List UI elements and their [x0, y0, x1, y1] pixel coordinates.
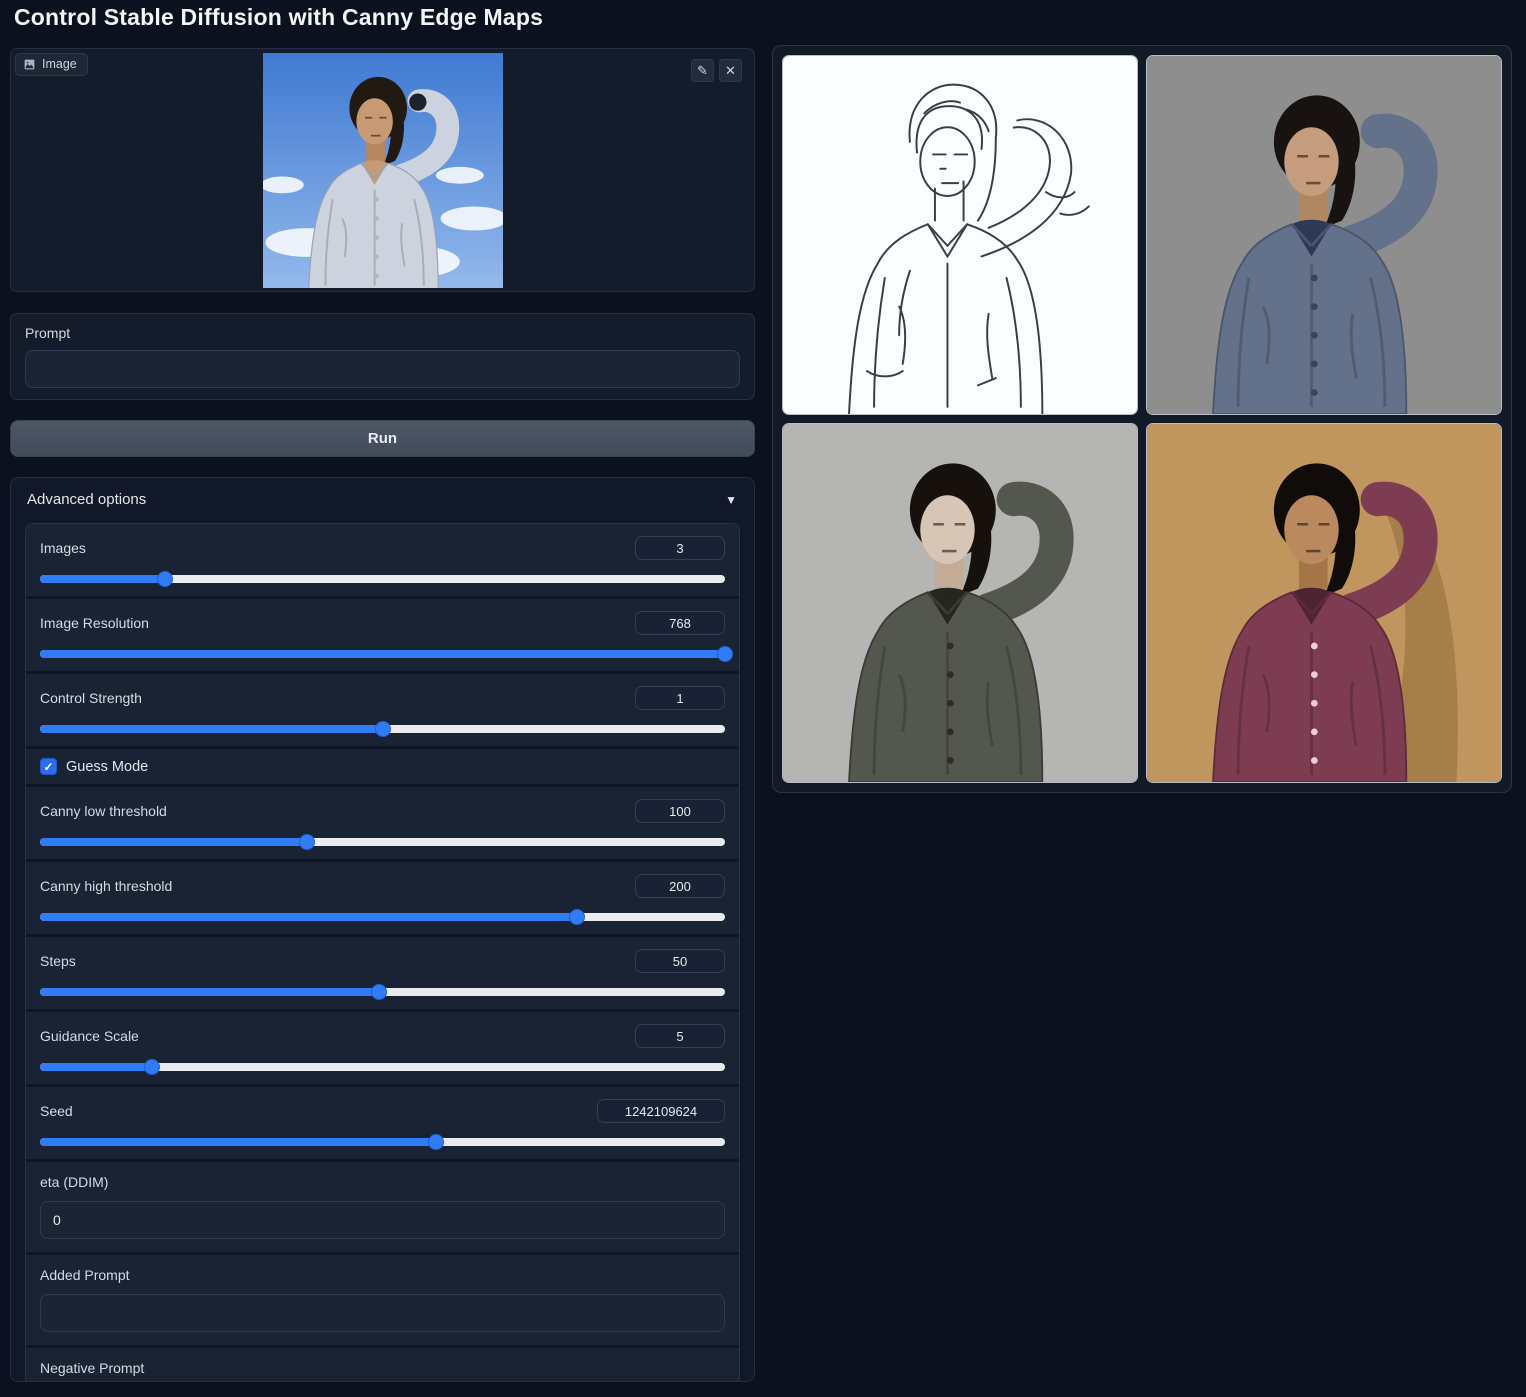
prompt-panel: Prompt	[10, 313, 755, 400]
slider-block-image-resolution: Image Resolution	[26, 599, 739, 671]
seed-slider-fill	[40, 1138, 437, 1146]
advanced-form: Images Image Resolution Control Strength	[25, 523, 740, 1381]
canny-low-threshold-value-input[interactable]	[635, 799, 725, 823]
slider-block-canny-low-threshold: Canny low threshold	[26, 787, 739, 859]
image-resolution-slider-fill	[40, 650, 725, 658]
canny-high-threshold-value-input[interactable]	[635, 874, 725, 898]
gallery-item-generated-image-2[interactable]	[782, 423, 1138, 783]
input-image-panel[interactable]: Image ✎ ✕	[10, 48, 755, 292]
canny-low-threshold-label: Canny low threshold	[40, 803, 167, 819]
control-strength-slider-handle[interactable]	[374, 721, 391, 737]
page-title: Control Stable Diffusion with Canny Edge…	[14, 4, 544, 30]
slider-block-seed: Seed	[26, 1087, 739, 1159]
clear-image-button[interactable]: ✕	[719, 59, 742, 82]
text-block-added-prompt: Added Prompt	[26, 1255, 739, 1345]
steps-slider-fill	[40, 988, 380, 996]
slider-block-canny-high-threshold: Canny high threshold	[26, 862, 739, 934]
input-image-photo[interactable]	[262, 53, 503, 288]
run-button[interactable]: Run	[10, 420, 755, 457]
steps-value-input[interactable]	[635, 949, 725, 973]
canny-low-threshold-slider[interactable]	[40, 834, 725, 850]
text-block-eta: eta (DDIM)	[26, 1162, 739, 1252]
slider-block-steps: Steps	[26, 937, 739, 1009]
canny-high-threshold-slider[interactable]	[40, 909, 725, 925]
seed-slider[interactable]	[40, 1134, 725, 1150]
chevron-down-icon: ▼	[725, 492, 737, 507]
canny-low-threshold-slider-fill	[40, 838, 307, 846]
x-icon: ✕	[725, 62, 736, 78]
added-prompt-input[interactable]	[40, 1294, 725, 1332]
control-strength-slider[interactable]	[40, 721, 725, 737]
seed-value-input[interactable]	[597, 1099, 725, 1123]
gallery-item-canny-edge-map[interactable]	[782, 55, 1138, 415]
negative-prompt-label: Negative Prompt	[40, 1360, 145, 1376]
canny-high-threshold-slider-handle[interactable]	[568, 909, 585, 925]
pencil-icon: ✎	[697, 62, 708, 78]
text-block-negative-prompt: Negative Prompt	[26, 1348, 739, 1381]
guidance-scale-slider-fill	[40, 1063, 153, 1071]
prompt-input[interactable]	[25, 350, 740, 388]
gallery-item-generated-image-1[interactable]	[1146, 55, 1502, 415]
slider-block-guidance-scale: Guidance Scale	[26, 1012, 739, 1084]
result-gallery	[772, 45, 1512, 793]
seed-slider-handle[interactable]	[428, 1134, 445, 1150]
seed-label: Seed	[40, 1103, 73, 1119]
image-resolution-value-input[interactable]	[635, 611, 725, 635]
guidance-scale-slider[interactable]	[40, 1059, 725, 1075]
slider-block-control-strength: Control Strength	[26, 674, 739, 746]
added-prompt-label: Added Prompt	[40, 1267, 130, 1283]
images-slider-handle[interactable]	[156, 571, 173, 587]
steps-slider[interactable]	[40, 984, 725, 1000]
prompt-label: Prompt	[25, 325, 71, 341]
image-resolution-label: Image Resolution	[40, 615, 149, 631]
guidance-scale-slider-handle[interactable]	[144, 1059, 161, 1075]
image-resolution-slider-handle[interactable]	[717, 646, 733, 662]
canny-high-threshold-slider-fill	[40, 913, 577, 921]
advanced-options-header[interactable]: Advanced options ▼	[11, 478, 754, 520]
edit-image-button[interactable]: ✎	[691, 59, 714, 82]
guess-mode-checkbox-row[interactable]: ✓ Guess Mode	[40, 758, 725, 775]
control-strength-value-input[interactable]	[635, 686, 725, 710]
image-label: Image	[42, 57, 77, 71]
image-label-tab: Image	[15, 53, 88, 76]
images-value-input[interactable]	[635, 536, 725, 560]
eta-input[interactable]	[40, 1201, 725, 1239]
canny-high-threshold-label: Canny high threshold	[40, 878, 173, 894]
gallery-item-generated-image-3[interactable]	[1146, 423, 1502, 783]
guess-mode-label: Guess Mode	[66, 758, 149, 775]
guidance-scale-label: Guidance Scale	[40, 1028, 139, 1044]
image-resolution-slider[interactable]	[40, 646, 733, 662]
images-slider[interactable]	[40, 571, 725, 587]
images-slider-fill	[40, 575, 165, 583]
eta-label: eta (DDIM)	[40, 1174, 109, 1190]
image-icon	[23, 58, 36, 71]
left-column: Image ✎ ✕ Prompt Run Advanced options ▼ …	[10, 48, 755, 1382]
steps-label: Steps	[40, 953, 76, 969]
slider-block-images: Images	[26, 524, 739, 596]
canny-low-threshold-slider-handle[interactable]	[298, 834, 315, 850]
checkbox-block-guess-mode: ✓ Guess Mode	[26, 749, 739, 784]
guess-mode-checkbox[interactable]: ✓	[40, 758, 57, 775]
advanced-options-label: Advanced options	[27, 491, 147, 508]
control-strength-slider-fill	[40, 725, 383, 733]
advanced-options-panel: Advanced options ▼ Images Image Resoluti…	[10, 477, 755, 1382]
control-strength-label: Control Strength	[40, 690, 142, 706]
images-label: Images	[40, 540, 86, 556]
steps-slider-handle[interactable]	[371, 984, 388, 1000]
guidance-scale-value-input[interactable]	[635, 1024, 725, 1048]
